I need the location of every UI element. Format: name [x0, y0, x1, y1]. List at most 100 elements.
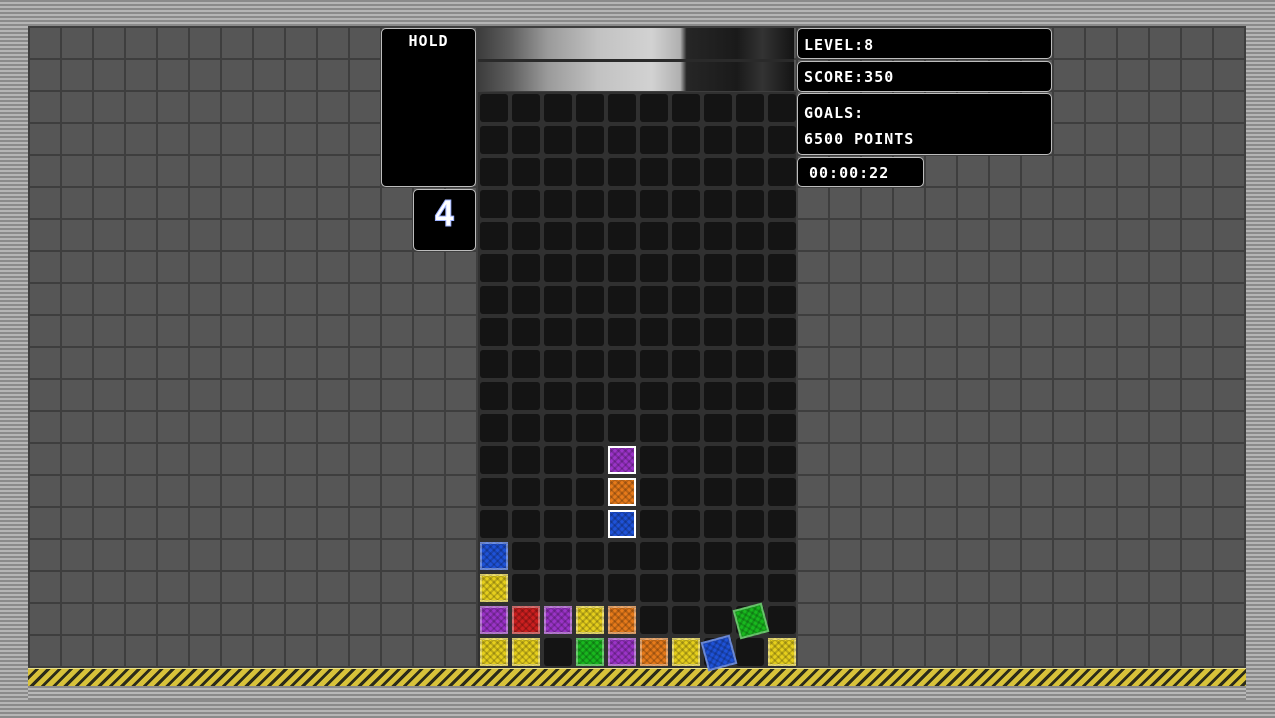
board-cell [768, 158, 796, 186]
board-cell [704, 318, 732, 346]
board-cell [512, 414, 540, 442]
board-cell [640, 542, 668, 570]
board-cell [576, 318, 604, 346]
board-cell [768, 126, 796, 154]
board-cell [512, 574, 540, 602]
board-cell [544, 158, 572, 186]
board-cell [512, 542, 540, 570]
board-cell [736, 574, 764, 602]
board-cell [544, 190, 572, 218]
board-cell [672, 446, 700, 474]
board-cell [480, 414, 508, 442]
settled-block [576, 606, 604, 634]
board-cell [512, 94, 540, 122]
board-cell [608, 350, 636, 378]
metal-floor [28, 686, 1246, 700]
board-cell [544, 446, 572, 474]
next-piece-preview [478, 28, 794, 91]
board-cell [640, 222, 668, 250]
board-cell [512, 350, 540, 378]
board-cell [768, 478, 796, 506]
board-cell [704, 382, 732, 410]
next-count-value: 4 [433, 194, 456, 236]
board-cell [608, 94, 636, 122]
board-cell [480, 222, 508, 250]
board-cell [768, 190, 796, 218]
board-cell [544, 286, 572, 314]
board-cell [640, 414, 668, 442]
board-cell [480, 286, 508, 314]
board-cell [672, 510, 700, 538]
board-cell [736, 286, 764, 314]
board-cell [512, 126, 540, 154]
board-cell [672, 478, 700, 506]
board-cell [768, 510, 796, 538]
settled-block [608, 638, 636, 666]
board-cell [544, 126, 572, 154]
board-cell [512, 254, 540, 282]
board-cell [704, 222, 732, 250]
board-cell [768, 606, 796, 634]
board-cell [480, 190, 508, 218]
board-cell [640, 126, 668, 154]
board-cell [576, 574, 604, 602]
board-cell [704, 254, 732, 282]
board-cell [512, 190, 540, 218]
board-cell [544, 542, 572, 570]
board-cell [640, 286, 668, 314]
board-cell [768, 574, 796, 602]
board-cell [736, 446, 764, 474]
hold-box[interactable]: HOLD [381, 28, 476, 187]
settled-block [544, 606, 572, 634]
hazard-stripe-floor [28, 668, 1246, 687]
board-cell [736, 478, 764, 506]
board-cell [576, 286, 604, 314]
board-cell [608, 574, 636, 602]
board-cell [576, 190, 604, 218]
active-piece-block [608, 478, 636, 506]
board-cell [608, 222, 636, 250]
board-cell [704, 446, 732, 474]
board-cell [576, 446, 604, 474]
hold-label: HOLD [408, 32, 449, 50]
board-cell [480, 382, 508, 410]
settled-block [480, 638, 508, 666]
board-cell [544, 478, 572, 506]
board-cell [736, 158, 764, 186]
board-cell [480, 94, 508, 122]
settled-block [480, 606, 508, 634]
board-cell [704, 190, 732, 218]
board-cell [576, 542, 604, 570]
board-cell [576, 350, 604, 378]
active-piece-block [608, 510, 636, 538]
settled-block [480, 542, 508, 570]
board-cell [512, 318, 540, 346]
board-cell [768, 414, 796, 442]
board-cell [736, 510, 764, 538]
board-cell [544, 350, 572, 378]
board-cell [704, 478, 732, 506]
timer-box: 00:00:22 [797, 157, 924, 187]
board-cell [640, 158, 668, 186]
board-cell [512, 158, 540, 186]
board-cell [768, 254, 796, 282]
score-box: SCORE:350 [797, 61, 1052, 92]
board-cell [608, 414, 636, 442]
timer-text: 00:00:22 [809, 164, 890, 182]
board-cell [608, 382, 636, 410]
board-cell [768, 382, 796, 410]
board-cell [736, 542, 764, 570]
board-cell [672, 222, 700, 250]
board-cell [672, 542, 700, 570]
board-cell [608, 190, 636, 218]
board-cell [704, 94, 732, 122]
board-cell [736, 190, 764, 218]
board-cell [736, 414, 764, 442]
board-cell [736, 94, 764, 122]
board-cell [672, 286, 700, 314]
board-cell [640, 446, 668, 474]
board-cell [768, 94, 796, 122]
board-cell [640, 350, 668, 378]
board-cell [672, 574, 700, 602]
settled-block [480, 574, 508, 602]
